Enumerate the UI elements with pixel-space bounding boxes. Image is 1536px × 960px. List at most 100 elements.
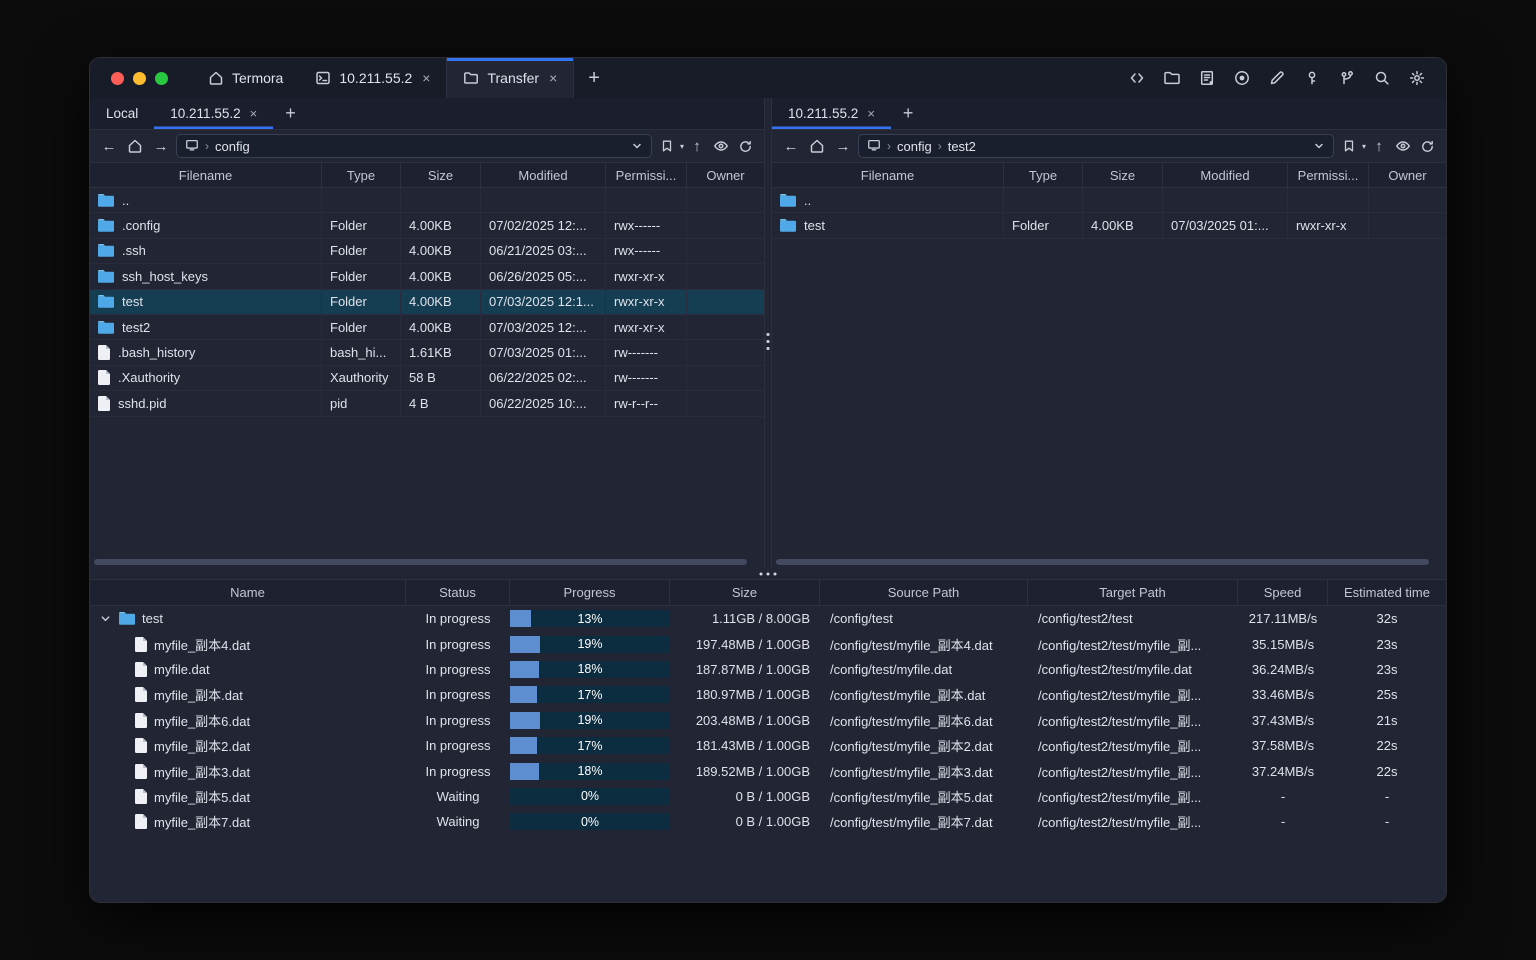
file-row[interactable]: .. <box>772 188 1446 214</box>
file-row[interactable]: .bash_history bash_hi... 1.61KB 07/03/2025 … <box>90 340 764 366</box>
horizontal-splitter[interactable] <box>90 568 1446 580</box>
transfer-row[interactable]: test In progress 13% 1.11GB / 8.00GB/config… <box>90 606 1446 631</box>
column-header[interactable]: Target Path <box>1028 580 1238 605</box>
chevron-down-icon[interactable] <box>631 140 643 152</box>
breadcrumb-segment[interactable]: config <box>897 139 932 154</box>
column-header[interactable]: Permissi... <box>606 163 687 187</box>
forward-icon[interactable]: → <box>150 135 172 157</box>
refresh-icon[interactable] <box>1416 135 1438 157</box>
column-header[interactable]: Size <box>401 163 481 187</box>
close-icon[interactable]: × <box>867 106 875 121</box>
keychain-icon[interactable] <box>1334 65 1360 91</box>
column-header[interactable]: Speed <box>1238 580 1328 605</box>
key-icon[interactable] <box>1299 65 1325 91</box>
tab-remote-host[interactable]: 10.211.55.2 × <box>772 98 891 129</box>
file-row[interactable]: .config Folder 4.00KB 07/02/2025 12:... rwx-… <box>90 213 764 239</box>
column-header[interactable]: Owner <box>687 163 764 187</box>
column-header[interactable]: Name <box>90 580 406 605</box>
left-path-breadcrumb[interactable]: › config <box>176 134 652 158</box>
transfer-row[interactable]: myfile_副本6.dat In progress 19% 203.48MB / 1… <box>90 708 1446 733</box>
column-header[interactable]: Progress <box>510 580 670 605</box>
close-icon[interactable]: × <box>549 70 557 86</box>
column-header[interactable]: Permissi... <box>1288 163 1369 187</box>
file-row[interactable]: ssh_host_keys Folder 4.00KB 06/26/2025 05:.… <box>90 264 764 290</box>
chevron-down-icon[interactable] <box>1313 140 1325 152</box>
home-icon[interactable] <box>806 135 828 157</box>
transfer-row[interactable]: myfile_副本.dat In progress 17% 180.97MB / 1.… <box>90 682 1446 707</box>
progress-cell: 18% <box>510 660 670 678</box>
back-icon[interactable]: ← <box>780 135 802 157</box>
vertical-splitter[interactable] <box>764 98 772 568</box>
file-row[interactable]: test Folder 4.00KB 07/03/2025 01:... rwxr-xr… <box>772 213 1446 239</box>
zoom-window-button[interactable] <box>155 71 168 85</box>
tab-local[interactable]: Local <box>90 98 154 129</box>
show-hidden-icon[interactable] <box>1392 135 1414 157</box>
left-horizontal-scrollbar[interactable] <box>90 556 764 568</box>
column-header[interactable]: Estimated time <box>1328 580 1446 605</box>
tab-remote-host[interactable]: 10.211.55.2 × <box>154 98 273 129</box>
transfer-row[interactable]: myfile_副本4.dat In progress 19% 197.48MB / 1… <box>90 631 1446 656</box>
close-icon[interactable]: × <box>250 106 258 121</box>
window-tab-transfer[interactable]: Transfer × <box>446 58 575 98</box>
close-icon[interactable]: × <box>422 70 430 86</box>
forward-icon[interactable]: → <box>832 135 854 157</box>
file-row[interactable]: .Xauthority Xauthority 58 B 06/22/2025 02:.… <box>90 365 764 392</box>
column-header[interactable]: Size <box>670 580 820 605</box>
column-header[interactable]: Modified <box>1163 163 1288 187</box>
column-header[interactable]: Modified <box>481 163 606 187</box>
minimize-window-button[interactable] <box>133 71 146 85</box>
right-horizontal-scrollbar[interactable] <box>772 556 1446 568</box>
right-path-breadcrumb[interactable]: › config › test2 <box>858 134 1334 158</box>
transfer-row[interactable]: myfile_副本2.dat In progress 17% 181.43MB / 1… <box>90 733 1446 758</box>
column-header[interactable]: Type <box>1004 163 1083 187</box>
file-row[interactable]: .ssh Folder 4.00KB 06/21/2025 03:... rwx----… <box>90 238 764 265</box>
settings-icon[interactable] <box>1404 65 1430 91</box>
bookmark-icon[interactable] <box>656 135 678 157</box>
edit-icon[interactable] <box>1264 65 1290 91</box>
breadcrumb-segment[interactable]: config <box>215 139 250 154</box>
column-header[interactable]: Status <box>406 580 510 605</box>
file-row[interactable]: sshd.pid pid 4 B 06/22/2025 10:... rw-r--r-- <box>90 391 764 417</box>
new-tab-button[interactable]: + <box>891 98 926 129</box>
transfer-row[interactable]: myfile_副本3.dat In progress 18% 189.52MB / 1… <box>90 758 1446 783</box>
new-tab-button[interactable]: + <box>273 98 308 129</box>
column-header[interactable]: Size <box>1083 163 1163 187</box>
show-hidden-icon[interactable] <box>710 135 732 157</box>
transfer-row[interactable]: myfile_副本7.dat Waiting 0% 0 B / 1.00GB/conf… <box>90 809 1446 834</box>
back-icon[interactable]: ← <box>98 135 120 157</box>
column-header[interactable]: Source Path <box>820 580 1028 605</box>
column-header[interactable]: Filename <box>772 163 1004 187</box>
breadcrumb-segment[interactable]: test2 <box>948 139 976 154</box>
size-cell: 4.00KB <box>401 289 481 314</box>
folder-icon[interactable] <box>1159 65 1185 91</box>
search-icon[interactable] <box>1369 65 1395 91</box>
column-header[interactable]: Owner <box>1369 163 1446 187</box>
expand-chevron-icon[interactable] <box>98 613 112 624</box>
log-icon[interactable] <box>1194 65 1220 91</box>
bookmark-icon[interactable] <box>1338 135 1360 157</box>
bookmark-dropdown-icon[interactable]: ▾ <box>1362 142 1366 151</box>
scrollbar-thumb[interactable] <box>776 559 1429 565</box>
column-header[interactable]: Type <box>322 163 401 187</box>
file-row[interactable]: .. <box>90 188 764 214</box>
bookmark-dropdown-icon[interactable]: ▾ <box>680 142 684 151</box>
speed-cell: 37.43MB/s <box>1251 712 1315 728</box>
new-window-tab-button[interactable]: + <box>574 58 614 98</box>
transfer-row[interactable]: myfile.dat In progress 18% 187.87MB / 1.00G… <box>90 657 1446 682</box>
target-path-cell: /config/test2/test/myfile_副... <box>1038 688 1202 704</box>
transfer-row[interactable]: myfile_副本5.dat Waiting 0% 0 B / 1.00GB/conf… <box>90 784 1446 809</box>
refresh-icon[interactable] <box>734 135 756 157</box>
file-row[interactable]: test2 Folder 4.00KB 07/03/2025 12:... rwxr-x… <box>90 314 764 341</box>
window-tab-host[interactable]: 10.211.55.2 × <box>299 58 446 98</box>
window-tab-termora[interactable]: Termora <box>192 58 299 98</box>
scrollbar-thumb[interactable] <box>94 559 747 565</box>
code-icon[interactable] <box>1124 65 1150 91</box>
home-icon[interactable] <box>124 135 146 157</box>
progress-bar: 17% <box>510 686 670 704</box>
upload-icon[interactable]: ↑ <box>686 135 708 157</box>
column-header[interactable]: Filename <box>90 163 322 187</box>
upload-icon[interactable]: ↑ <box>1368 135 1390 157</box>
record-icon[interactable] <box>1229 65 1255 91</box>
file-row[interactable]: test Folder 4.00KB 07/03/2025 12:1... rwxr-x… <box>90 289 764 315</box>
close-window-button[interactable] <box>111 71 124 85</box>
